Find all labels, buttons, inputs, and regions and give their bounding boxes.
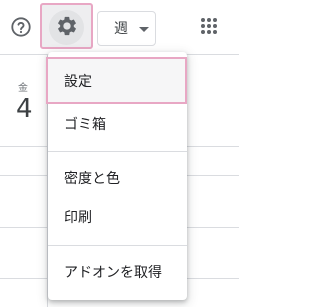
settings-button-hover (49, 10, 84, 45)
menu-item-density-color[interactable]: 密度と色 (48, 158, 187, 198)
settings-menu: 設定 ゴミ箱 密度と色 印刷 アドオンを取得 (46, 52, 187, 300)
view-select[interactable]: 週 (97, 11, 156, 46)
day-name: 金 (18, 83, 28, 94)
help-button[interactable] (6, 14, 36, 44)
menu-item-label: 密度と色 (64, 171, 120, 187)
apps-grid-icon (200, 17, 218, 39)
menu-item-label: 設定 (64, 73, 92, 90)
menu-item-label: ゴミ箱 (64, 117, 106, 133)
apps-button[interactable] (193, 12, 225, 44)
menu-item-label: 印刷 (64, 210, 92, 226)
menu-item-trash[interactable]: ゴミ箱 (48, 104, 187, 144)
menu-item-label: アドオンを取得 (64, 265, 162, 281)
gear-icon (56, 15, 78, 41)
menu-item-print[interactable]: 印刷 (48, 197, 187, 237)
menu-item-get-addons[interactable]: アドオンを取得 (48, 252, 187, 292)
settings-button[interactable] (40, 3, 93, 49)
chevron-down-icon (139, 27, 149, 32)
menu-divider (48, 151, 187, 152)
help-circle-icon (10, 16, 32, 42)
menu-item-settings[interactable]: 設定 (46, 57, 187, 104)
view-select-value: 週 (114, 21, 128, 37)
menu-divider (48, 245, 187, 246)
day-column-header[interactable]: 金 4 (0, 54, 48, 307)
day-number[interactable]: 4 (16, 94, 33, 124)
top-toolbar: 週 (0, 0, 239, 54)
